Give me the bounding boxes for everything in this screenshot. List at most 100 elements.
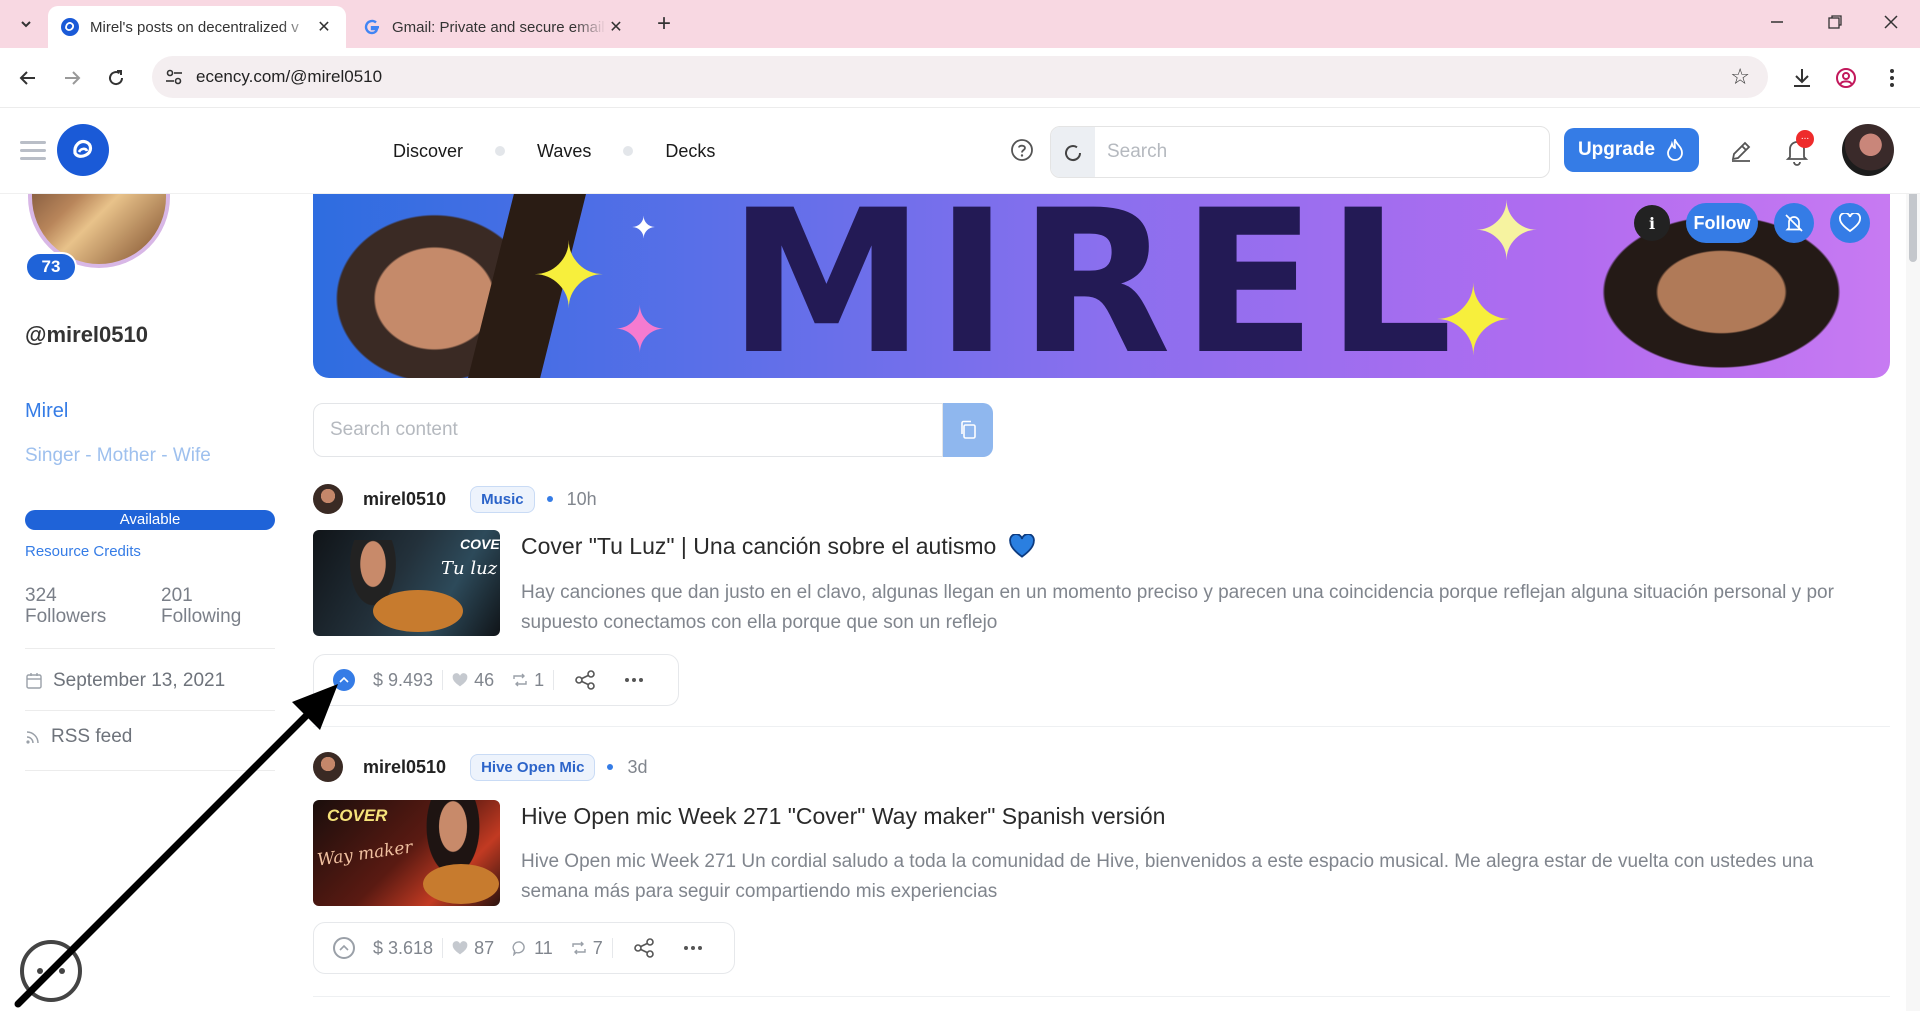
close-icon xyxy=(1884,15,1898,29)
post-tag[interactable]: Hive Open Mic xyxy=(470,753,596,781)
reblog-count[interactable]: 7 xyxy=(562,938,612,959)
content-search-button[interactable] xyxy=(943,403,993,457)
comments-count[interactable]: 11 xyxy=(503,938,562,959)
post-title-text: Cover "Tu Luz" | Una canción sobre el au… xyxy=(521,533,997,559)
notification-badge: ... xyxy=(1796,130,1814,148)
user-avatar[interactable] xyxy=(1842,124,1894,176)
pencil-icon[interactable] xyxy=(1728,138,1754,164)
help-icon[interactable] xyxy=(1010,138,1034,162)
profile-info-button[interactable]: i xyxy=(1634,205,1670,241)
browser-menu-button[interactable] xyxy=(1876,62,1908,94)
followers-stat[interactable]: 324 Followers xyxy=(25,585,106,627)
post-excerpt[interactable]: Hay canciones que dan justo en el clavo,… xyxy=(521,578,1861,638)
author-avatar[interactable] xyxy=(313,484,343,514)
bookmark-star-icon[interactable]: ☆ xyxy=(1730,64,1750,90)
vote-button[interactable] xyxy=(324,669,364,691)
app-header: Discover Waves Decks Upgrade ... xyxy=(0,108,1920,194)
post-title[interactable]: Cover "Tu Luz" | Una canción sobre el au… xyxy=(521,533,1035,560)
nav-discover[interactable]: Discover xyxy=(393,141,463,162)
back-button[interactable] xyxy=(12,62,44,94)
close-window-button[interactable] xyxy=(1862,0,1920,44)
bullet-separator xyxy=(607,764,614,770)
payout-value[interactable]: $ 3.618 xyxy=(364,938,442,959)
more-options-button[interactable] xyxy=(616,678,652,682)
close-tab-icon[interactable]: ✕ xyxy=(606,17,626,37)
url-text: ecency.com/@mirel0510 xyxy=(196,67,383,86)
thumb-caption: Way maker xyxy=(316,837,414,871)
ecency-logo[interactable] xyxy=(57,124,109,176)
post-tag[interactable]: Music xyxy=(470,485,535,513)
reblog-count[interactable]: 1 xyxy=(503,670,553,691)
divider xyxy=(25,648,275,649)
following-stat[interactable]: 201 Following xyxy=(161,585,241,627)
upgrade-label: Upgrade xyxy=(1577,139,1656,160)
downloads-button[interactable] xyxy=(1786,62,1818,94)
site-info-icon[interactable] xyxy=(164,67,184,87)
votes-text: 87 xyxy=(474,937,495,958)
follow-button[interactable]: Follow xyxy=(1686,203,1758,243)
rss-icon xyxy=(26,731,39,744)
more-options-button[interactable] xyxy=(675,946,711,950)
floating-help-button[interactable] xyxy=(20,940,82,1002)
thumb-caption: COVER xyxy=(460,536,500,552)
share-button[interactable] xyxy=(554,669,616,691)
votes-count[interactable]: 46 xyxy=(443,670,503,691)
rss-feed-link[interactable]: RSS feed xyxy=(25,726,132,748)
resource-credits-bar[interactable]: Available xyxy=(25,510,275,530)
nav-decks[interactable]: Decks xyxy=(665,141,715,162)
arrow-right-icon xyxy=(65,71,81,85)
tab-search-button[interactable] xyxy=(10,9,42,39)
minimize-icon xyxy=(1771,21,1783,23)
menu-icon[interactable] xyxy=(20,141,46,161)
search-input[interactable] xyxy=(1107,127,1527,177)
close-tab-icon[interactable]: ✕ xyxy=(314,17,334,37)
following-count: 201 xyxy=(161,585,193,606)
heart-icon xyxy=(452,940,468,954)
author-avatar[interactable] xyxy=(313,752,343,782)
ecency-favicon-icon xyxy=(60,17,80,37)
upgrade-button[interactable]: Upgrade xyxy=(1564,128,1699,172)
nav-waves[interactable]: Waves xyxy=(537,141,591,162)
download-icon xyxy=(1794,69,1810,87)
divider xyxy=(25,770,275,771)
restore-button[interactable] xyxy=(1806,0,1864,44)
joined-date-text: September 13, 2021 xyxy=(53,670,226,691)
post-thumbnail[interactable]: COVER Tu luz xyxy=(313,530,500,636)
post-time: 3d xyxy=(627,756,648,777)
tab-ecency[interactable]: Mirel's posts on decentralized v ✕ xyxy=(48,6,346,48)
payout-value[interactable]: $ 9.493 xyxy=(364,670,442,691)
more-vertical-icon xyxy=(1890,69,1894,87)
bullet-separator xyxy=(546,496,553,502)
ecency-logo-icon xyxy=(73,139,93,158)
address-bar[interactable]: ecency.com/@mirel0510 ☆ xyxy=(152,56,1768,98)
forward-button[interactable] xyxy=(56,62,88,94)
profile-button[interactable] xyxy=(1830,62,1862,94)
favorite-button[interactable] xyxy=(1830,203,1870,243)
followers-label: Followers xyxy=(25,606,107,627)
post-time: 10h xyxy=(566,488,597,509)
minimize-button[interactable] xyxy=(1748,0,1806,44)
post-excerpt[interactable]: Hive Open mic Week 271 Un cordial saludo… xyxy=(521,847,1861,907)
post-thumbnail[interactable]: COVER Way maker xyxy=(313,800,500,906)
reblog-text: 7 xyxy=(592,937,603,958)
tab-gmail[interactable]: Gmail: Private and secure email ✕ xyxy=(350,6,638,48)
vote-button[interactable] xyxy=(324,937,364,959)
votes-text: 46 xyxy=(474,669,495,690)
post-actions: $ 9.493 46 1 xyxy=(313,654,679,706)
new-tab-button[interactable]: + xyxy=(650,8,678,40)
share-icon xyxy=(575,670,595,690)
share-button[interactable] xyxy=(613,937,675,959)
heart-icon xyxy=(1839,213,1861,233)
rss-feed-label: RSS feed xyxy=(51,726,133,747)
post-title[interactable]: Hive Open mic Week 271 "Cover" Way maker… xyxy=(521,803,1165,830)
content-search-input[interactable] xyxy=(330,404,920,456)
votes-count[interactable]: 87 xyxy=(443,938,503,959)
reload-button[interactable] xyxy=(100,62,132,94)
post-author[interactable]: mirel0510 xyxy=(363,757,446,778)
thumb-caption: COVER xyxy=(327,806,388,825)
resource-credits-label: Resource Credits xyxy=(25,543,141,560)
repost-icon xyxy=(572,941,586,955)
mute-button[interactable] xyxy=(1774,203,1814,243)
post-author[interactable]: mirel0510 xyxy=(363,489,446,510)
flame-icon xyxy=(1667,139,1683,161)
